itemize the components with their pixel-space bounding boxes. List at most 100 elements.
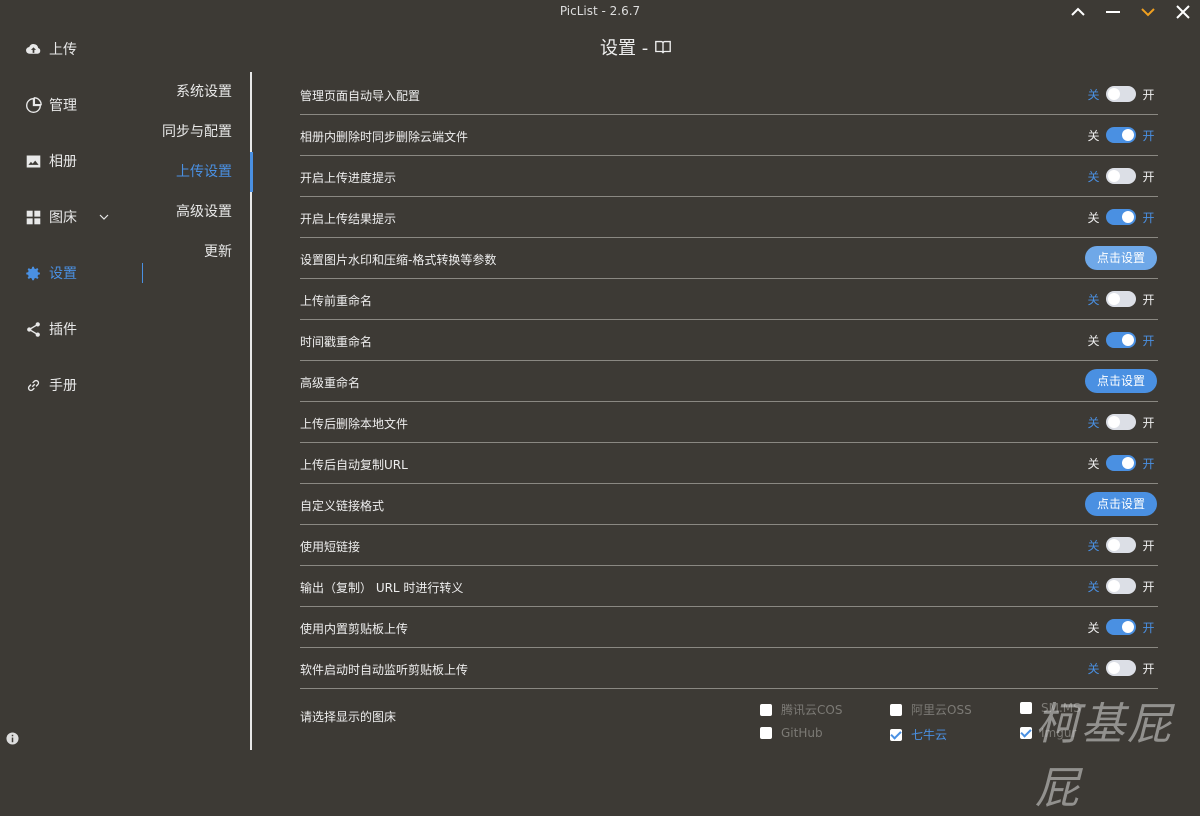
setting-label: 上传前重命名 [300, 294, 373, 308]
setting-toggle[interactable] [1106, 209, 1136, 225]
setting-row-auto-import: 管理页面自动导入配置 关 开 [300, 74, 1158, 115]
switch-off-label: 关 [1087, 661, 1100, 676]
setting-label: 输出（复制） URL 时进行转义 [300, 581, 464, 595]
cloud-upload-icon [24, 40, 42, 58]
setting-toggle[interactable] [1106, 332, 1136, 348]
switch-off-label: 关 [1087, 87, 1100, 102]
sidebar-item-label: 手册 [49, 378, 77, 394]
minimize-button[interactable] [1095, 0, 1130, 24]
switch-on-label: 开 [1142, 128, 1155, 143]
setting-toggle[interactable] [1106, 537, 1136, 553]
checkbox[interactable] [1020, 727, 1032, 739]
switch-on-label: 开 [1142, 169, 1155, 184]
setting-row-auto-copy-url: 上传后自动复制URL 关 开 [300, 443, 1158, 484]
sidebar-item-label: 管理 [49, 98, 77, 114]
sidebar-item-manual[interactable]: 手册 [0, 365, 145, 405]
switch-on-label: 开 [1142, 292, 1155, 307]
gear-icon [24, 264, 42, 282]
setting-row-result: 开启上传结果提示 关 开 [300, 197, 1158, 238]
window-controls [1060, 0, 1200, 24]
info-icon[interactable] [6, 732, 19, 745]
window-title: PicList - 2.6.7 [559, 4, 641, 18]
setting-row-clipboard-listen: 软件启动时自动监听剪贴板上传 关 开 [300, 648, 1158, 689]
subnav-item-sync[interactable]: 同步与配置 [162, 112, 232, 152]
switch-off-label: 关 [1087, 333, 1100, 348]
sidebar-item-manage[interactable]: 管理 [0, 85, 145, 125]
setting-toggle[interactable] [1106, 660, 1136, 676]
picbed-checkbox-qiniu[interactable]: 七牛云 [890, 726, 947, 743]
setting-label: 使用短链接 [300, 540, 361, 554]
setting-label: 使用内置剪贴板上传 [300, 622, 409, 636]
setting-row-picbed-select: 请选择显示的图床 腾讯云COS 阿里云OSS SM.MS GitHub 七牛云 … [300, 689, 1158, 749]
picbed-checkbox-tcyun[interactable]: 腾讯云COS [760, 701, 842, 718]
switch-off-label: 关 [1087, 456, 1100, 471]
setting-label: 请选择显示的图床 [300, 710, 397, 724]
picbed-checkbox-github[interactable]: GitHub [760, 726, 823, 740]
setting-label: 相册内删除时同步删除云端文件 [300, 130, 469, 144]
book-icon[interactable] [654, 38, 672, 56]
sidebar-item-gallery[interactable]: 相册 [0, 141, 145, 181]
setting-toggle[interactable] [1106, 455, 1136, 471]
checkbox[interactable] [890, 728, 902, 741]
switch-off-label: 关 [1087, 128, 1100, 143]
setting-toggle[interactable] [1106, 168, 1136, 184]
picbed-checkbox-aliyun[interactable]: 阿里云OSS [890, 701, 972, 718]
setting-label: 上传后删除本地文件 [300, 417, 409, 431]
setting-toggle[interactable] [1106, 414, 1136, 430]
setting-label: 设置图片水印和压缩-格式转换等参数 [300, 253, 497, 267]
subnav-item-update[interactable]: 更新 [204, 232, 232, 272]
minimize-icon [1105, 11, 1120, 13]
close-icon [1175, 5, 1190, 19]
page-title: 设置 - [600, 34, 740, 60]
switch-on-label: 开 [1142, 210, 1155, 225]
checkbox[interactable] [890, 703, 902, 716]
checkbox[interactable] [760, 727, 772, 739]
pie-chart-icon [24, 96, 42, 114]
setting-row-link-format: 自定义链接格式 点击设置 [300, 484, 1158, 525]
setting-row-advanced-rename: 高级重命名 点击设置 [300, 361, 1158, 402]
setting-row-watermark: 设置图片水印和压缩-格式转换等参数 点击设置 [300, 238, 1158, 279]
switch-on-label: 开 [1142, 415, 1155, 430]
advanced-rename-button[interactable]: 点击设置 [1084, 369, 1157, 393]
subnav-item-advanced[interactable]: 高级设置 [176, 192, 232, 232]
setting-row-delete-local: 上传后删除本地文件 关 开 [300, 402, 1158, 443]
checkbox[interactable] [1020, 702, 1032, 714]
checkbox-label: 阿里云OSS [911, 703, 972, 717]
setting-row-progress: 开启上传进度提示 关 开 [300, 156, 1158, 197]
subnav-item-upload[interactable]: 上传设置 [176, 152, 232, 192]
subnav-item-system[interactable]: 系统设置 [176, 72, 232, 112]
sidebar-item-picbed[interactable]: 图床 [0, 197, 145, 237]
setting-row-short-url: 使用短链接 关 开 [300, 525, 1158, 566]
close-button[interactable] [1165, 0, 1200, 24]
setting-row-timestamp-rename: 时间戳重命名 关 开 [300, 320, 1158, 361]
expand-button[interactable] [1130, 0, 1165, 24]
switch-off-label: 关 [1087, 210, 1100, 225]
active-indicator [142, 263, 143, 283]
setting-toggle[interactable] [1106, 619, 1136, 635]
chevron-down-icon [1140, 8, 1155, 17]
switch-on-label: 开 [1142, 579, 1155, 594]
switch-on-label: 开 [1142, 620, 1155, 635]
setting-toggle[interactable] [1106, 578, 1136, 594]
setting-label: 高级重命名 [300, 376, 361, 390]
sidebar-item-plugins[interactable]: 插件 [0, 309, 145, 349]
setting-row-builtin-clipboard: 使用内置剪贴板上传 关 开 [300, 607, 1158, 648]
switch-off-label: 关 [1087, 579, 1100, 594]
setting-toggle[interactable] [1106, 86, 1136, 102]
setting-toggle[interactable] [1106, 127, 1136, 143]
watermark-settings-button[interactable]: 点击设置 [1084, 246, 1157, 270]
switch-on-label: 开 [1142, 333, 1155, 348]
collapse-button[interactable] [1060, 0, 1095, 24]
subnav-active-indicator [250, 152, 253, 192]
sidebar-item-settings[interactable]: 设置 [0, 253, 145, 293]
switch-on-label: 开 [1142, 538, 1155, 553]
switch-on-label: 开 [1142, 661, 1155, 676]
sidebar-item-upload[interactable]: 上传 [0, 29, 145, 69]
chevron-down-icon[interactable] [99, 212, 109, 222]
sidebar-item-label: 上传 [49, 42, 77, 58]
setting-toggle[interactable] [1106, 291, 1136, 307]
link-format-button[interactable]: 点击设置 [1084, 492, 1157, 516]
checkbox[interactable] [760, 703, 772, 716]
watermark-signature: 柯基屁屁 [1035, 699, 1173, 814]
switch-off-label: 关 [1087, 538, 1100, 553]
